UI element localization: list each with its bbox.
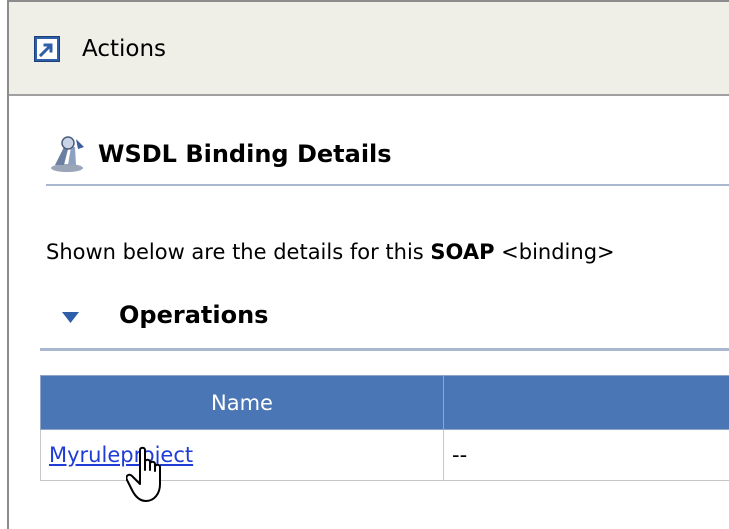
title-divider [46, 184, 729, 186]
actions-title: Actions [82, 36, 167, 62]
hand-cursor-icon [126, 446, 161, 502]
binding-description: Shown below are the details for this SOA… [46, 240, 615, 264]
operation-value-cell: -- [443, 429, 729, 481]
wsdl-binding-title: WSDL Binding Details [98, 140, 392, 168]
operation-name-cell: Myruleproject [40, 429, 444, 481]
shortcut-arrow-icon [34, 36, 60, 62]
actions-titlebar: Actions [9, 2, 729, 96]
operations-divider [40, 348, 729, 351]
column-header-value[interactable] [443, 375, 729, 430]
operations-section-title[interactable]: Operations [119, 299, 268, 331]
collapse-triangle-icon[interactable] [62, 312, 79, 323]
wsdl-binding-icon [51, 136, 84, 172]
column-header-name[interactable]: Name [40, 375, 444, 430]
actions-panel: Actions WSDL Binding Details Shown below… [7, 0, 729, 529]
table-header-row: Name [40, 375, 729, 430]
